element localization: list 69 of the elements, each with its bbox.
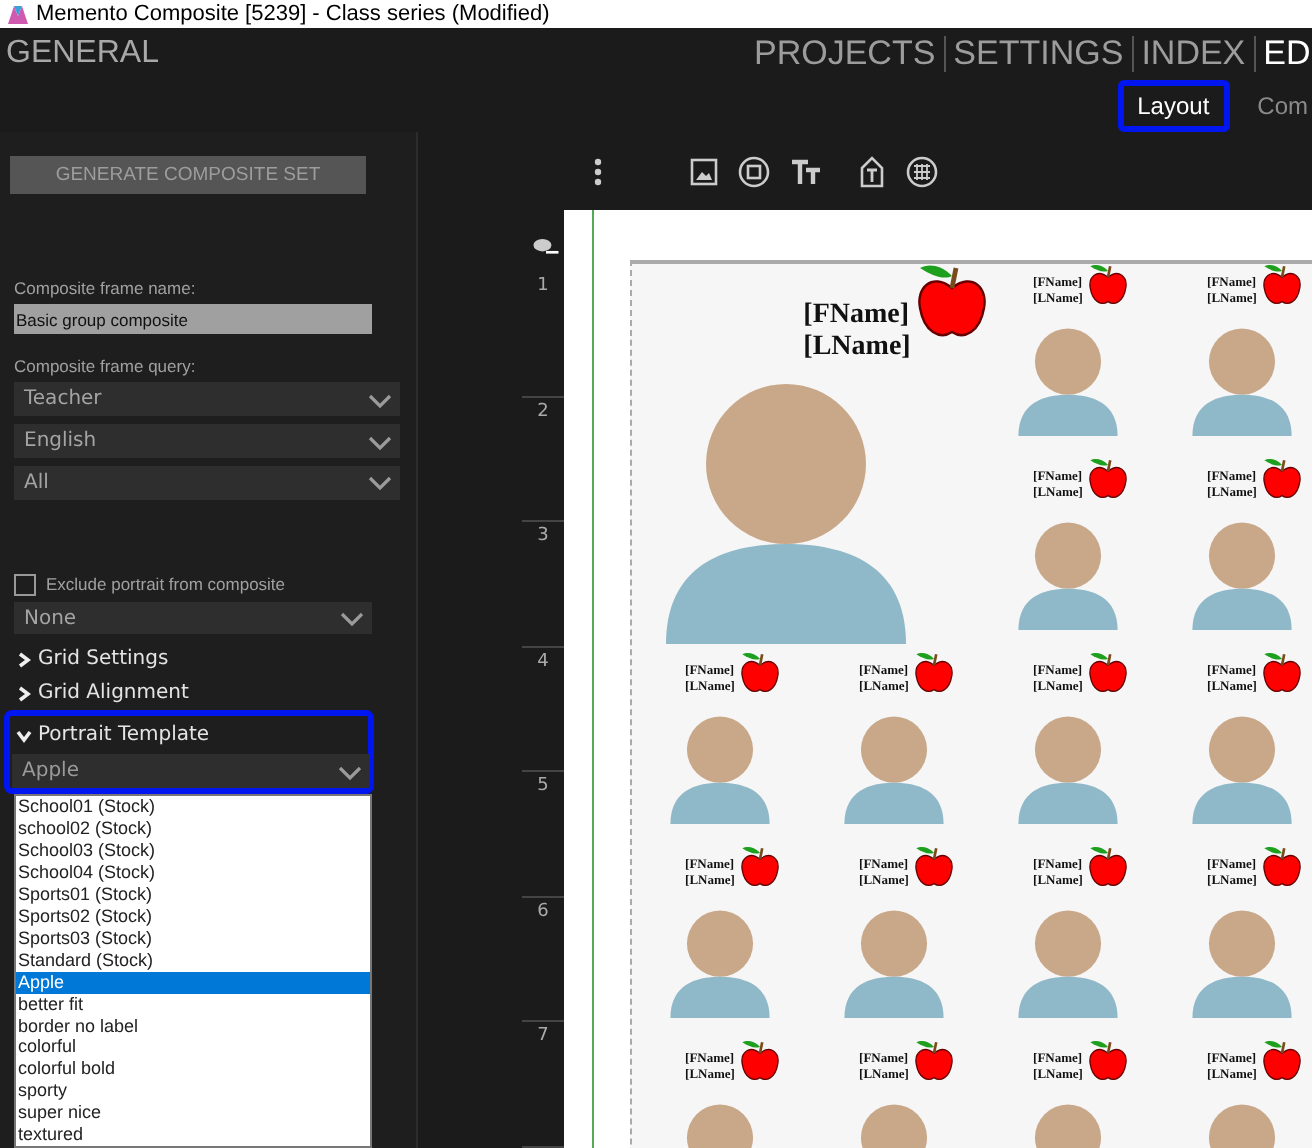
apple-icon (1088, 652, 1129, 694)
nav-tab[interactable]: INDEX (1131, 36, 1254, 72)
dropdown-option[interactable]: colorful bold (16, 1058, 370, 1081)
section-toggle[interactable]: Grid Alignment (8, 676, 416, 711)
apple-icon (1262, 264, 1303, 306)
apple-icon (740, 1040, 781, 1082)
section-title: GENERAL (4, 36, 159, 72)
more-vertical-icon (594, 157, 602, 185)
dropdown[interactable]: Teacher (14, 382, 400, 417)
dropdown[interactable]: Apple (12, 754, 370, 789)
dropdown-option[interactable]: School04 (Stock) (16, 862, 370, 885)
dropdown-value: None (24, 607, 77, 630)
apple-icon (914, 846, 955, 888)
dropdown-value: All (24, 471, 49, 494)
dropdown-option[interactable]: Apple (16, 971, 370, 994)
apple-icon (1088, 264, 1129, 306)
dropdown-option[interactable]: Standard (Stock) (16, 949, 370, 972)
nav-tab[interactable]: PROJECTS (745, 36, 944, 72)
first-name-merge-field[interactable]: [FName] (803, 300, 911, 332)
dropdown-option[interactable]: better fit (16, 993, 370, 1016)
apple-icon (1088, 458, 1129, 500)
field-label: Composite frame name: (14, 277, 198, 298)
dropdown-value: English (24, 430, 97, 453)
nav-tab[interactable]: SETTINGS (943, 36, 1132, 72)
checkbox[interactable] (14, 573, 36, 596)
text-frame-icon (858, 155, 886, 187)
nav-tab[interactable]: EDI (1253, 36, 1312, 72)
apple-icon (914, 652, 955, 694)
dropdown-option[interactable]: School01 (Stock) (16, 796, 370, 819)
dropdown-option[interactable]: School03 (Stock) (16, 840, 370, 863)
dropdown[interactable]: English (14, 424, 400, 458)
dropdown-value: Apple (22, 760, 79, 783)
apple-icon (916, 264, 989, 340)
text-size-icon (790, 157, 822, 185)
sub-tab[interactable]: Layout (1117, 80, 1230, 132)
apple-icon (1088, 1040, 1129, 1082)
dropdown-option[interactable]: super nice (16, 1102, 370, 1125)
dropdown[interactable]: All (14, 465, 400, 500)
last-name-merge-field[interactable]: [LName] (803, 332, 911, 364)
sub-tab[interactable]: Com (1237, 80, 1312, 132)
apple-icon (914, 1040, 955, 1082)
dropdown-option[interactable]: border no label (16, 1015, 370, 1037)
dropdown-option[interactable]: Sports02 (Stock) (16, 906, 370, 928)
ruler-marker-icon (529, 238, 561, 256)
dropdown-value: Teacher (24, 388, 102, 411)
app-logo-icon (6, 2, 30, 26)
name-field[interactable]: Basic group composite (14, 303, 372, 335)
dropdown-option[interactable]: sporty (16, 1080, 370, 1103)
grid-circle-icon (906, 155, 938, 187)
dropdown-option[interactable]: textured (16, 1124, 370, 1146)
chevron-down-icon (16, 727, 32, 744)
apple-icon (740, 846, 781, 888)
section-toggle[interactable]: Portrait Template (10, 716, 368, 755)
image-icon (690, 157, 718, 185)
apple-icon (1262, 458, 1303, 500)
section-toggle[interactable]: Grid Settings (8, 642, 416, 677)
dropdown-option[interactable]: Sports01 (Stock) (16, 884, 370, 907)
apple-icon (1262, 1040, 1303, 1082)
checkbox-label: Exclude portrait from composite (46, 574, 286, 595)
dropdown-option[interactable]: colorful (16, 1036, 370, 1059)
window-title: Memento Composite [5239] - Class series (Modified) (36, 2, 550, 26)
dropdown-option[interactable]: school02 (Stock) (16, 818, 370, 841)
field-label: Composite frame query: (14, 356, 198, 377)
apple-icon (1088, 846, 1129, 888)
apple-icon (1262, 652, 1303, 694)
dropdown[interactable]: None (14, 601, 372, 635)
apple-icon (740, 652, 781, 694)
dropdown-option[interactable]: Sports03 (Stock) (16, 927, 370, 950)
apple-icon (1262, 846, 1303, 888)
